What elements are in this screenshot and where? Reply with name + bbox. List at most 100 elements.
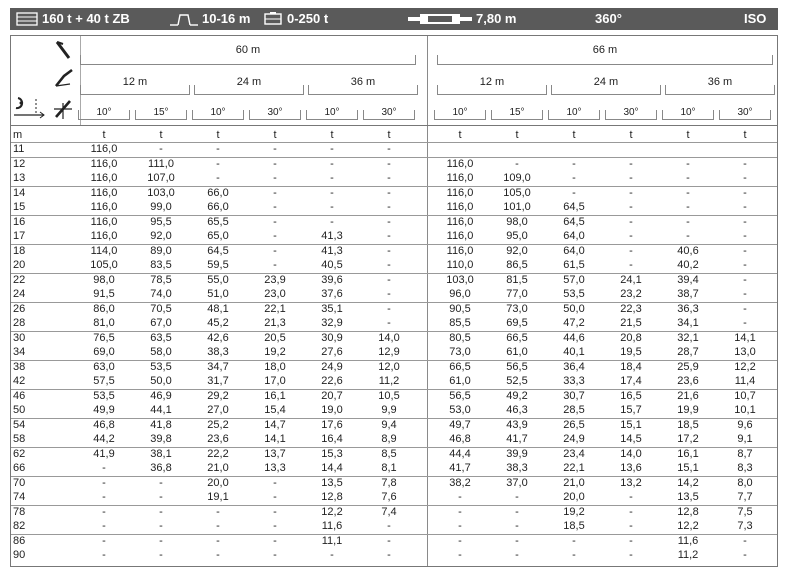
load-cell: - [458,534,462,547]
load-cell: 40,2 [677,259,699,271]
radius-cell: 22 [13,273,26,286]
load-cell: 107,0 [147,172,175,184]
load-cell: 17,2 [677,433,699,445]
load-cell: 10,5 [378,389,400,402]
load-cell: 30,9 [321,331,343,344]
load-cell: - [273,201,277,213]
load-cell: - [515,549,519,561]
jib-angle-bracket [135,110,187,120]
load-cell: - [273,259,277,271]
radius-cell: 74 [13,491,26,503]
load-cell: 86,0 [93,302,115,315]
radius-cell: 86 [13,534,26,547]
load-cell: 53,5 [150,360,172,373]
load-cell: 8,0 [737,476,753,489]
radius-cell: 20 [13,259,26,271]
load-cell: 12,2 [677,520,699,532]
load-cell: 44,6 [563,331,585,344]
load-cell: 26,5 [563,418,585,431]
load-cell: - [387,186,391,199]
load-cell: 20,0 [207,476,229,489]
radius-cell: 16 [13,215,26,228]
load-unit: t [159,129,163,141]
load-cell: - [159,549,163,561]
load-cell: 36,3 [677,302,699,315]
radius-unit: m [13,129,23,141]
load-cell: 40,5 [321,259,343,271]
load-cell: 41,3 [321,244,343,257]
load-cell: 111,0 [148,157,174,170]
jib-angle-bracket [434,110,486,120]
load-cell: 27,0 [207,404,229,416]
load-cell: 85,5 [449,317,471,329]
load-cell: 65,0 [207,230,229,242]
load-cell: 11,6 [677,534,699,547]
load-cell: 63,5 [150,331,172,344]
load-cell: 46,3 [506,404,528,416]
load-cell: - [458,520,462,532]
load-cell: 21,6 [677,389,699,402]
load-cell: - [216,172,220,184]
load-cell: 11,2 [677,549,699,561]
load-cell: 30,7 [563,389,585,402]
load-cell: - [330,215,334,228]
load-cell: 86,5 [506,259,528,271]
jib-angle-icon [54,100,72,119]
load-cell: - [330,157,334,170]
load-cell: - [387,317,391,329]
load-cell: 13,2 [620,476,642,489]
load-cell: 80,5 [449,331,471,344]
load-cell: - [273,476,277,489]
load-cell: 14,5 [620,433,642,445]
load-cell: 90,5 [449,302,471,315]
load-cell: 50,0 [563,302,585,315]
load-cell: - [273,244,277,257]
load-unit: t [629,129,633,141]
load-cell: 39,4 [677,273,699,286]
load-cell: 41,7 [506,433,528,445]
load-cell: 89,0 [150,244,172,257]
load-cell: 11,4 [734,375,756,387]
load-unit: t [686,129,690,141]
jib-length: 36 m [350,76,376,88]
load-cell: - [458,549,462,561]
load-cell: - [686,186,690,199]
load-cell: 92,0 [150,230,172,242]
main-boom-bracket-left [80,55,416,65]
load-cell: - [387,273,391,286]
load-cell: 9,6 [737,418,753,431]
load-cell: 116,0 [446,186,474,199]
load-cell: 61,0 [506,346,528,358]
load-cell: 17,0 [264,375,286,387]
load-cell: 52,5 [506,375,528,387]
load-cell: - [216,520,220,532]
load-cell: 19,2 [563,505,585,518]
load-cell: 95,0 [506,230,528,242]
load-cell: 41,9 [93,447,115,460]
load-cell: - [629,534,633,547]
load-cell: - [159,534,163,547]
load-unit: t [572,129,576,141]
capacity-spec: 160 t + 40 t ZB [16,11,130,26]
radius-cell: 34 [13,346,26,358]
load-cell: - [159,505,163,518]
load-cell: 116,0 [90,143,118,155]
load-cell: - [387,259,391,271]
load-cell: - [686,215,690,228]
load-cell: 46,8 [93,418,115,431]
load-cell: 40,1 [563,346,585,358]
jib-length: 12 m [479,76,505,88]
load-cell: 35,1 [321,302,343,315]
load-cell: 48,1 [207,302,229,315]
load-cell: 98,0 [93,273,115,286]
load-cell: - [159,143,163,155]
load-cell: 13,5 [677,491,699,503]
base-label: 7,80 m [476,11,517,26]
load-cell: 13,7 [264,447,286,460]
load-cell: - [629,201,633,213]
load-cell: - [629,491,633,503]
load-cell: 29,2 [207,389,229,402]
base-spec: 7,80 m [408,11,516,26]
load-cell: 46,8 [449,433,471,445]
load-cell: 23,4 [563,447,585,460]
